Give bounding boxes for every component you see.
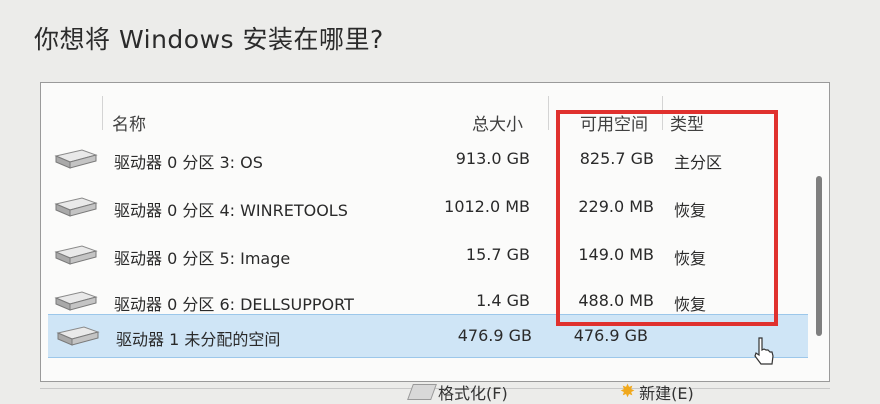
partition-total-size: 1012.0 MB: [444, 197, 530, 216]
partition-free-space: 476.9 GB: [573, 326, 648, 345]
eraser-icon: [407, 384, 437, 400]
star-icon: ✸: [620, 381, 636, 402]
column-header-name[interactable]: 名称: [112, 110, 146, 135]
partition-total-size: 15.7 GB: [465, 245, 530, 264]
partition-name: 驱动器 0 分区 6: DELLSUPPORT: [114, 295, 354, 314]
partition-name: 驱动器 1 未分配的空间: [116, 330, 281, 349]
red-highlight-box: [556, 110, 778, 326]
partition-total-size: 1.4 GB: [476, 291, 530, 310]
hand-pointer-icon: [754, 337, 774, 365]
hard-disk-icon: [54, 291, 98, 311]
column-separator: [102, 96, 103, 130]
hard-disk-icon: [54, 245, 98, 265]
partition-name: 驱动器 0 分区 4: WINRETOOLS: [114, 201, 348, 220]
page-title: 你想将 Windows 安装在哪里?: [34, 25, 384, 54]
column-separator: [548, 96, 549, 130]
partition-total-size: 476.9 GB: [457, 326, 532, 345]
partition-total-size: 913.0 GB: [455, 149, 530, 168]
hard-disk-icon: [54, 149, 98, 169]
new-button-label: 新建(E): [639, 384, 694, 403]
new-button[interactable]: ✸ 新建(E): [620, 380, 694, 404]
column-header-total[interactable]: 总大小: [472, 110, 523, 135]
format-button-label: 格式化(F): [438, 384, 508, 403]
partition-name: 驱动器 0 分区 3: OS: [114, 153, 263, 172]
hard-disk-icon: [56, 326, 100, 346]
list-scrollbar[interactable]: [816, 176, 822, 336]
partition-name: 驱动器 0 分区 5: Image: [114, 249, 291, 268]
format-button[interactable]: 格式化(F): [407, 380, 508, 404]
hard-disk-icon: [54, 197, 98, 217]
